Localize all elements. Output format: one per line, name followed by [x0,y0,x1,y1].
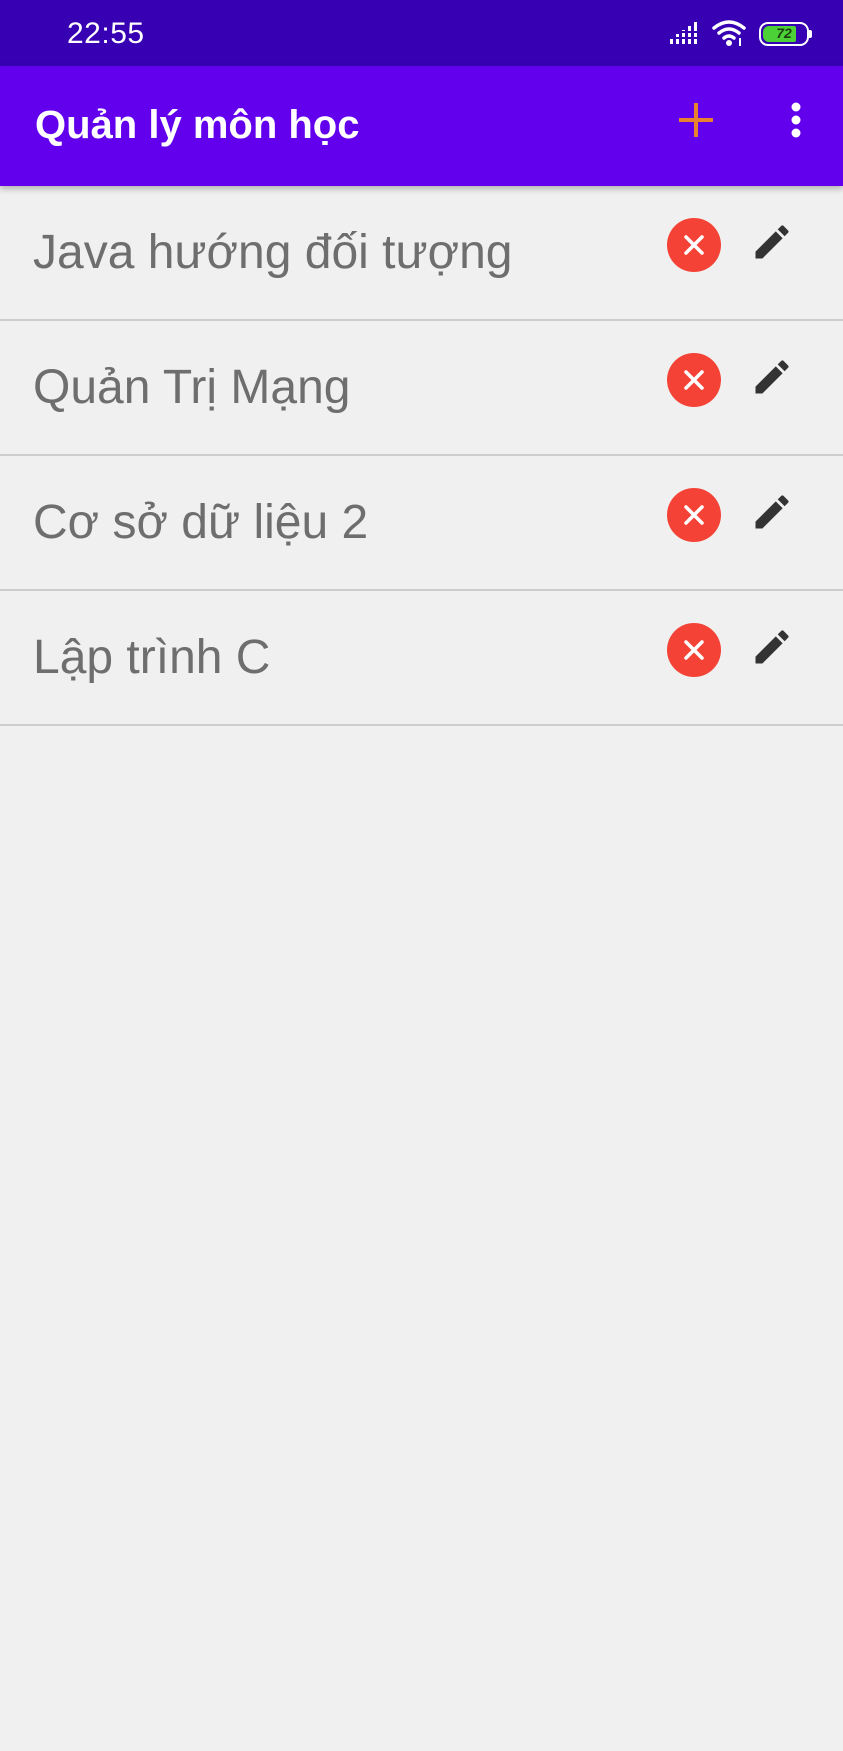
signal-icon [670,22,697,44]
close-circle-icon [684,640,704,660]
battery-level: 72 [776,25,792,41]
pencil-icon [755,495,789,529]
battery-icon: 72 [759,22,812,46]
edit-button[interactable] [746,351,798,403]
page-title: Quản lý môn học [35,103,360,147]
pencil-icon [755,630,789,664]
subject-list: Java hướng đối tượng Quản Trị Mạng Cơ sở… [0,186,843,726]
status-bar: 22:55 72 [0,0,843,66]
subject-name: Java hướng đối tượng [33,226,513,279]
delete-button[interactable] [667,353,721,407]
list-item[interactable]: Cơ sở dữ liệu 2 [0,456,843,591]
edit-button[interactable] [746,216,798,268]
delete-button[interactable] [667,623,721,677]
delete-button[interactable] [667,488,721,542]
add-icon [679,103,713,137]
status-time: 22:55 [67,17,145,50]
edit-button[interactable] [746,621,798,673]
delete-button[interactable] [667,218,721,272]
wifi-icon [712,20,746,46]
add-subject-button[interactable] [668,92,724,148]
subject-name: Cơ sở dữ liệu 2 [33,496,369,549]
pencil-icon [755,225,789,259]
list-item[interactable]: Java hướng đối tượng [0,186,843,321]
more-options-button[interactable] [770,92,822,148]
pencil-icon [755,360,789,394]
close-circle-icon [684,235,704,255]
list-item[interactable]: Quản Trị Mạng [0,321,843,456]
subject-name: Quản Trị Mạng [33,361,351,414]
close-circle-icon [684,370,704,390]
edit-button[interactable] [746,486,798,538]
app-bar: Quản lý môn học [0,66,843,186]
more-vert-icon [791,102,801,138]
list-item[interactable]: Lập trình C [0,591,843,726]
subject-name: Lập trình C [33,631,271,684]
close-circle-icon [684,505,704,525]
